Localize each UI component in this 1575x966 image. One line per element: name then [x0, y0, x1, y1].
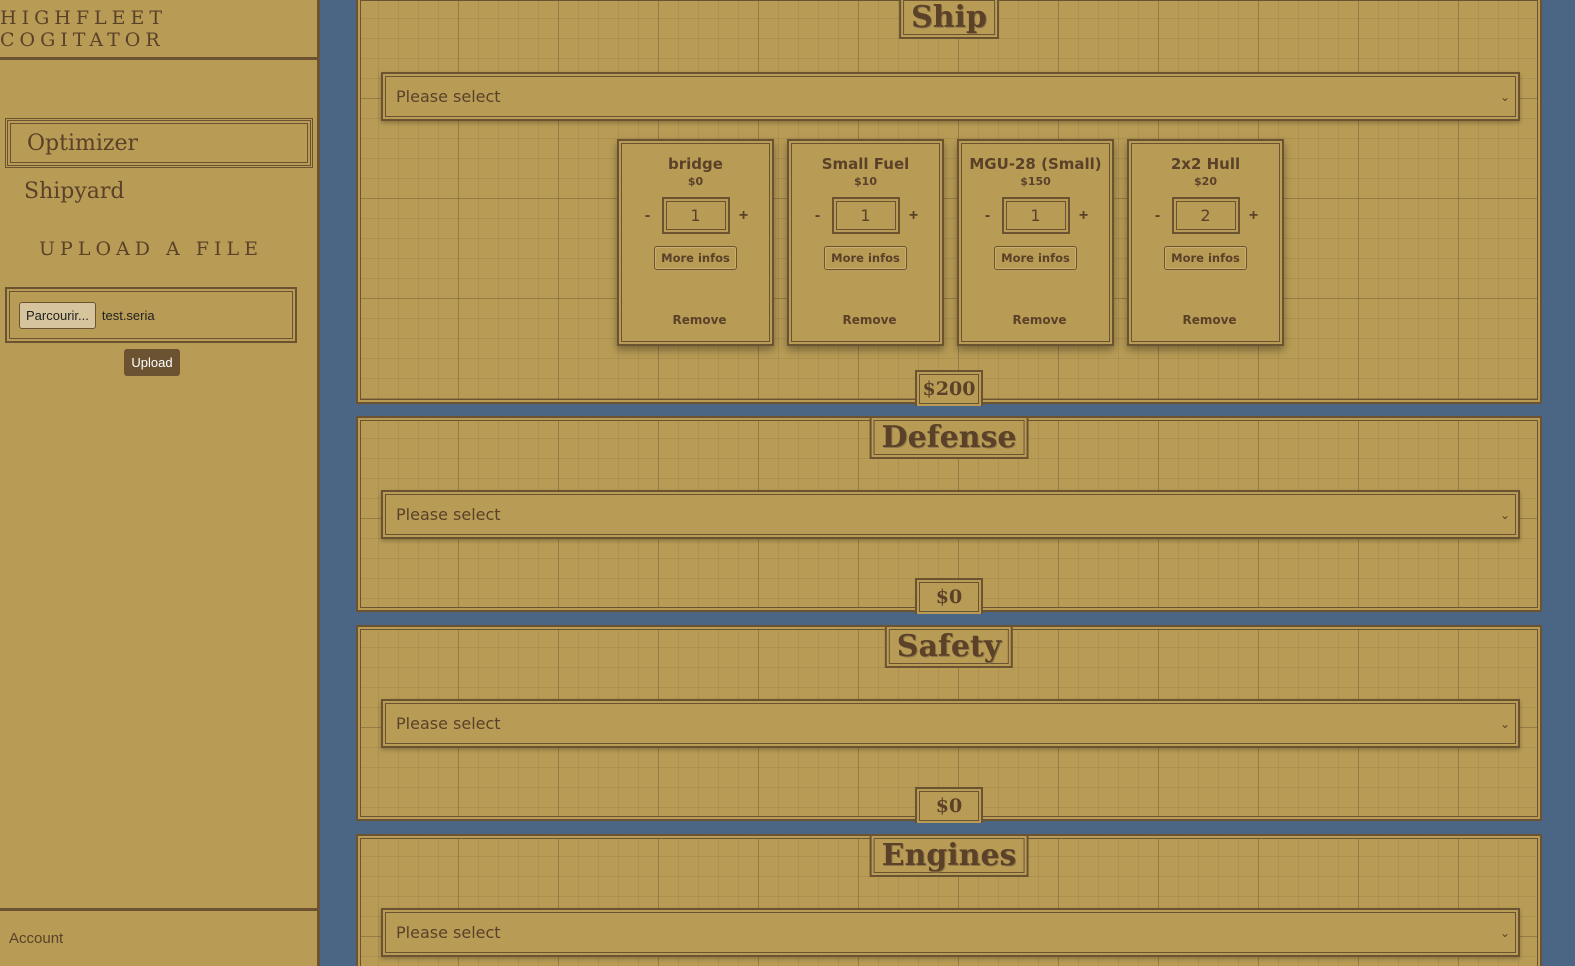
- quantity-field[interactable]: 1: [831, 197, 900, 234]
- remove-button[interactable]: Remove: [619, 313, 772, 327]
- decrement-button[interactable]: -: [634, 207, 662, 225]
- safety-panel: Safety Please select ⌄ $0: [356, 625, 1542, 823]
- select-placeholder: Please select: [396, 923, 501, 942]
- decrement-button[interactable]: -: [974, 207, 1002, 225]
- quantity-field[interactable]: 1: [661, 197, 730, 234]
- more-infos-button[interactable]: More infos: [1164, 246, 1247, 270]
- item-name: Small Fuel: [821, 155, 910, 173]
- item-card: 2x2 Hull $20 - 2 + More infos Remove: [1127, 139, 1284, 346]
- increment-button[interactable]: +: [730, 207, 758, 225]
- section-total: $0: [915, 578, 983, 614]
- item-card: Small Fuel $10 - 1 + More infos Remove: [787, 139, 944, 346]
- panel-title-ship: Ship: [899, 0, 999, 39]
- chevron-down-icon: ⌄: [1499, 925, 1510, 940]
- quantity-stepper: - 1 +: [789, 197, 942, 234]
- remove-button[interactable]: Remove: [789, 313, 942, 327]
- item-name: 2x2 Hull: [1170, 155, 1241, 173]
- increment-button[interactable]: +: [1240, 207, 1268, 225]
- panel-title-safety: Safety: [884, 625, 1014, 668]
- nav-shipyard[interactable]: Shipyard: [5, 166, 313, 216]
- increment-button[interactable]: +: [1070, 207, 1098, 225]
- more-infos-button[interactable]: More infos: [654, 246, 737, 270]
- section-total: $200: [915, 370, 983, 406]
- item-name: bridge: [668, 155, 723, 173]
- item-price: $0: [687, 175, 704, 188]
- select-placeholder: Please select: [396, 505, 501, 524]
- section-total: $0: [915, 787, 983, 823]
- selected-file-name: test.seria: [101, 307, 155, 323]
- chevron-down-icon: ⌄: [1499, 89, 1510, 104]
- engines-select[interactable]: Please select ⌄: [381, 908, 1520, 957]
- increment-button[interactable]: +: [900, 207, 928, 225]
- chevron-down-icon: ⌄: [1499, 507, 1510, 522]
- file-input[interactable]: Parcourir... test.seria: [5, 287, 297, 343]
- remove-button[interactable]: Remove: [959, 313, 1112, 327]
- defense-select[interactable]: Please select ⌄: [381, 490, 1520, 539]
- quantity-stepper: - 1 +: [619, 197, 772, 234]
- decrement-button[interactable]: -: [804, 207, 832, 225]
- select-placeholder: Please select: [396, 714, 501, 733]
- browse-button[interactable]: Parcourir...: [19, 301, 96, 329]
- quantity-field[interactable]: 1: [1001, 197, 1070, 234]
- account-link[interactable]: Account: [0, 908, 320, 966]
- nav-optimizer[interactable]: Optimizer: [5, 118, 313, 168]
- decrement-button[interactable]: -: [1144, 207, 1172, 225]
- ship-panel: Ship Please select ⌄ bridge $0 - 1 + Mor…: [356, 0, 1542, 406]
- engines-panel: Engines Please select ⌄: [356, 834, 1542, 966]
- select-placeholder: Please select: [396, 87, 501, 106]
- app-brand: HIGHFLEET COGITATOR: [0, 0, 317, 60]
- more-infos-button[interactable]: More infos: [824, 246, 907, 270]
- ship-select[interactable]: Please select ⌄: [381, 72, 1520, 121]
- panel-title-engines: Engines: [869, 834, 1029, 877]
- chevron-down-icon: ⌄: [1499, 716, 1510, 731]
- safety-select[interactable]: Please select ⌄: [381, 699, 1520, 748]
- item-price: $10: [854, 175, 877, 188]
- sidebar: HIGHFLEET COGITATOR Optimizer Shipyard U…: [0, 0, 320, 966]
- item-card: MGU-28 (Small) $150 - 1 + More infos Rem…: [957, 139, 1114, 346]
- item-price: $20: [1194, 175, 1217, 188]
- item-card: bridge $0 - 1 + More infos Remove: [617, 139, 774, 346]
- upload-button[interactable]: Upload: [124, 349, 180, 376]
- panel-title-defense: Defense: [869, 416, 1029, 459]
- defense-panel: Defense Please select ⌄ $0: [356, 416, 1542, 614]
- item-price: $150: [1020, 175, 1051, 188]
- more-infos-button[interactable]: More infos: [994, 246, 1077, 270]
- remove-button[interactable]: Remove: [1129, 313, 1282, 327]
- quantity-field[interactable]: 2: [1171, 197, 1240, 234]
- quantity-stepper: - 2 +: [1129, 197, 1282, 234]
- ship-items: bridge $0 - 1 + More infos Remove Small …: [617, 139, 1284, 346]
- item-name: MGU-28 (Small): [969, 155, 1102, 173]
- upload-title: UPLOAD A FILE: [39, 238, 263, 260]
- quantity-stepper: - 1 +: [959, 197, 1112, 234]
